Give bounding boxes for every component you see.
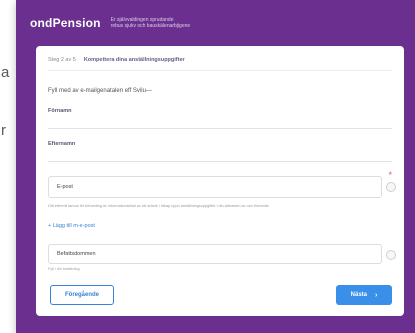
required-marker: * — [388, 170, 392, 180]
form-card: Steg 2 av 5 Kompettera dina anställnings… — [36, 46, 404, 316]
next-button-label: Nästa — [350, 292, 367, 298]
background-text-fragment: r — [1, 122, 6, 139]
page-root: a r ondPension Er självvaldingen sprudan… — [0, 0, 415, 333]
role-remove-icon[interactable] — [386, 250, 396, 260]
tagline-line: rebus sjukv och bauskälenarbjigene — [110, 23, 191, 29]
role-hint: Fyll i din befattning — [48, 267, 80, 271]
divider — [48, 70, 392, 71]
email-remove-icon[interactable] — [386, 182, 396, 192]
last-name-field[interactable]: Efternamn — [48, 141, 75, 147]
next-button[interactable]: Nästa › — [336, 285, 392, 305]
registration-modal: ondPension Er självvaldingen sprudande r… — [16, 0, 415, 333]
modal-header: ondPension Er självvaldingen sprudande r… — [16, 0, 415, 46]
first-name-field[interactable]: Förnamn — [48, 108, 72, 114]
email-field-value: E-post — [57, 184, 73, 190]
background-text-fragment: a — [1, 64, 10, 81]
last-name-underline — [48, 161, 392, 162]
email-field[interactable]: E-post — [48, 176, 382, 198]
brand-tagline: Er självvaldingen sprudande rebus sjukv … — [111, 17, 191, 29]
role-field-value: Befattsdommen — [57, 251, 96, 257]
chevron-right-icon: › — [375, 291, 378, 299]
first-name-underline — [48, 128, 392, 129]
add-email-link[interactable]: + Lägg till m-e-post — [48, 223, 95, 229]
breadcrumb: Steg 2 av 5 Kompettera dina anställnings… — [48, 57, 185, 63]
back-button[interactable]: Föregående — [50, 285, 114, 305]
form-heading: Fyll med av e-mailgenatalen eff Svilu— — [48, 88, 152, 94]
step-title: Kompettera dina anställningsuppgifter — [83, 57, 185, 63]
brand-logo: ondPension — [30, 16, 101, 30]
role-field[interactable]: Befattsdommen — [48, 244, 382, 264]
step-indicator: Steg 2 av 5 — [48, 57, 76, 63]
email-hint: Ditt eftermil tamus för behanting av inf… — [48, 204, 269, 208]
